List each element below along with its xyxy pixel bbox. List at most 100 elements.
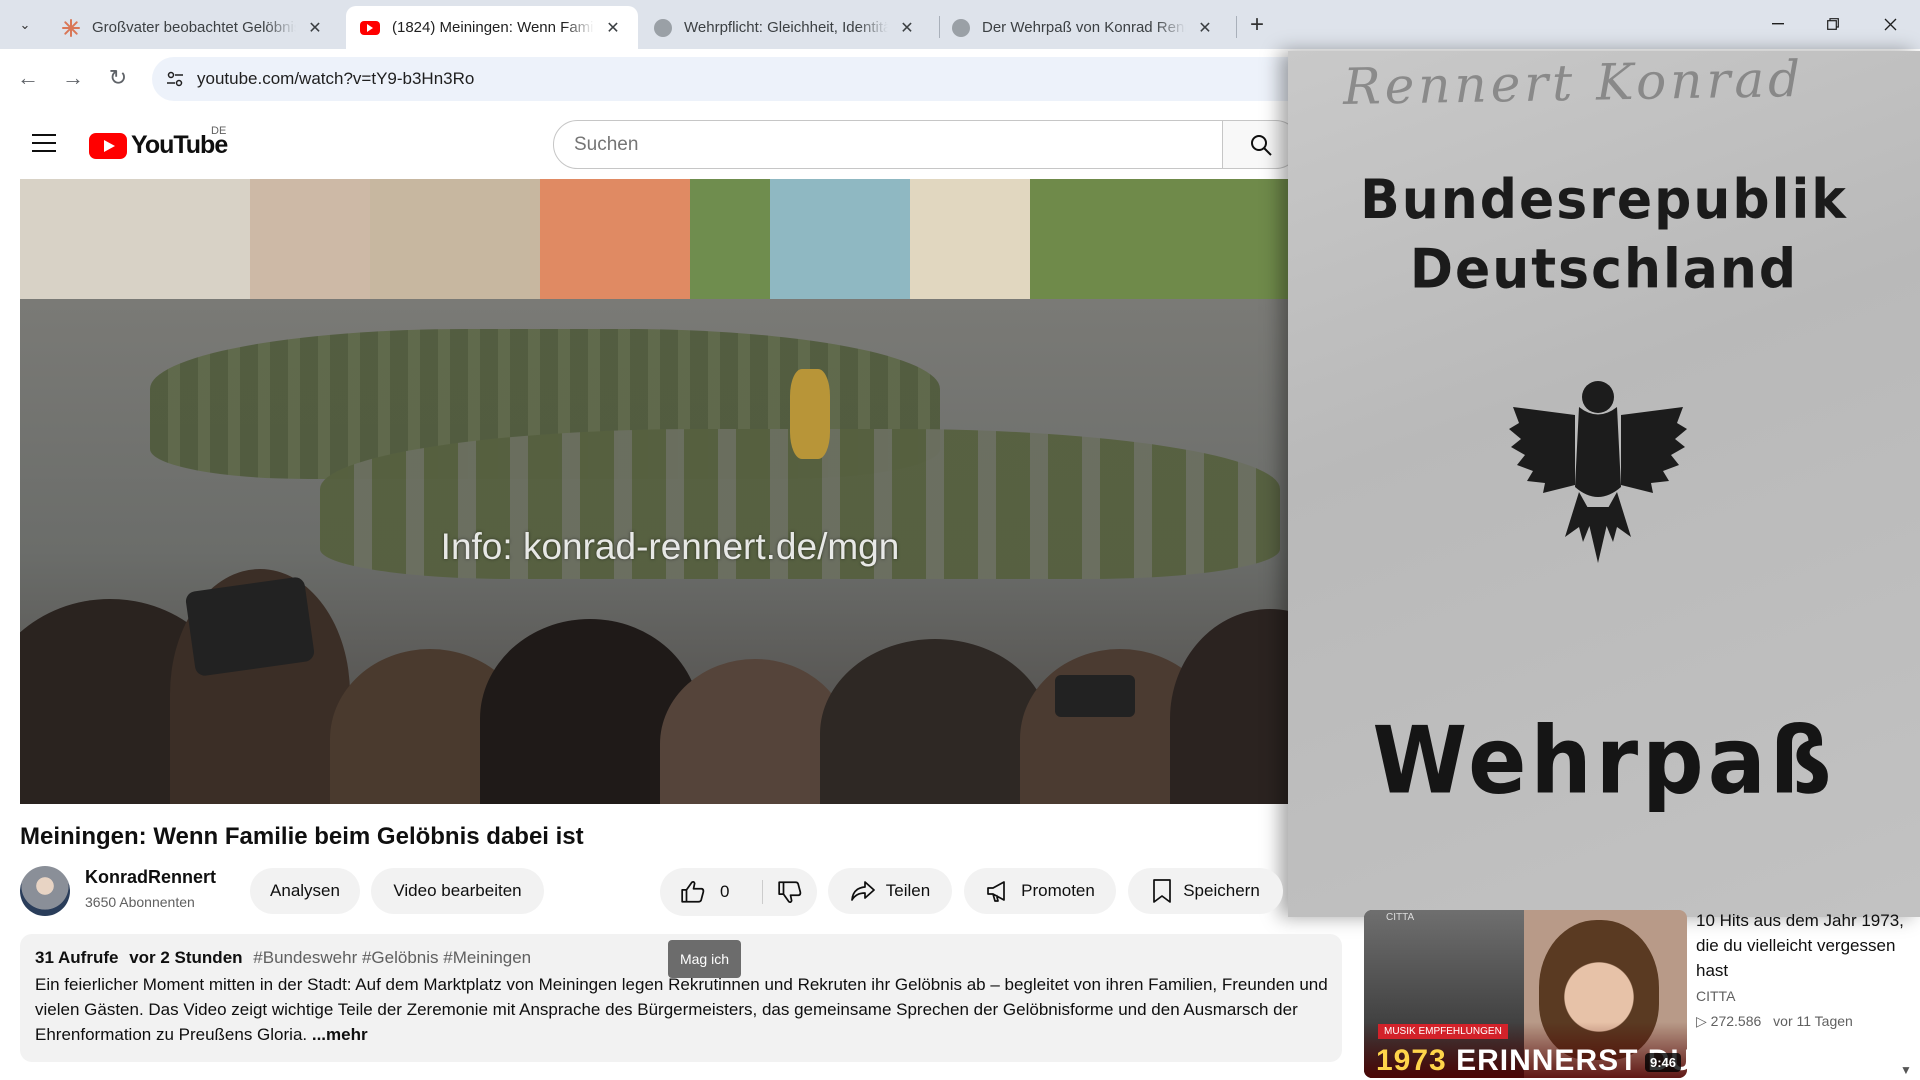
back-button[interactable]: ← [12,62,44,94]
edit-video-button[interactable]: Video bearbeiten [371,868,544,914]
tab-grossvater[interactable]: Großvater beobachtet Gelöbnis ✕ [48,6,340,49]
view-count: 31 Aufrufe [35,948,119,967]
tab-wehrpflicht[interactable]: Wehrpflicht: Gleichheit, Identität ✕ [640,6,932,49]
save-button[interactable]: Speichern [1128,868,1283,914]
tab-wehrpass[interactable]: Der Wehrpaß von Konrad Renne ✕ [938,6,1230,49]
subscriber-count: 3650 Abonnenten [85,894,195,910]
wehrpass-title: Wehrpaß [1372,707,1836,815]
recommendation-age: vor 11 Tagen [1773,1013,1853,1029]
tab-title: Großvater beobachtet Gelöbnis [92,19,296,36]
tab-title: (1824) Meiningen: Wenn Familie [392,19,594,36]
like-dislike-group: 0 [660,868,817,916]
forward-button[interactable]: → [57,62,89,94]
wehrpass-country-line2: Deutschland [1409,238,1799,302]
like-count: 0 [720,882,730,901]
arrow-right-icon: → [62,65,84,90]
restore-icon [1827,18,1839,30]
building [770,179,910,319]
promote-button[interactable]: Promoten [964,868,1116,914]
upload-age: vor 2 Stunden [129,948,243,967]
claude-favicon-icon [62,18,80,37]
site-settings-icon[interactable] [164,68,186,90]
building [370,179,540,319]
recommendation-title[interactable]: 10 Hits aus dem Jahr 1973, die du vielle… [1696,908,1906,983]
site-favicon-icon [654,18,672,37]
thumbnail-year: 1973 [1376,1044,1447,1077]
tab-close-icon[interactable]: ✕ [304,17,326,39]
share-label: Teilen [885,881,931,900]
bookmark-icon [1151,878,1173,904]
thumbnail-brand: CITTA [1386,912,1415,923]
tab-search-button[interactable]: ⌄ [12,12,38,38]
arrow-left-icon: ← [17,65,39,90]
building [910,179,1030,319]
promote-label: Promoten [1021,881,1095,900]
close-window-button[interactable] [1867,8,1913,40]
tab-title: Der Wehrpaß von Konrad Renne [982,19,1186,36]
scroll-down-arrow-icon[interactable]: ▼ [1900,1063,1912,1077]
youtube-favicon-icon [360,20,380,35]
video-title: Meiningen: Wenn Familie beim Gelöbnis da… [20,823,584,850]
megaphone-icon [985,879,1011,903]
description-body: Ein feierlicher Moment mitten in der Sta… [35,975,1328,1044]
tree [690,179,770,319]
share-button[interactable]: Teilen [828,868,952,914]
tab-close-icon[interactable]: ✕ [896,17,918,39]
video-player[interactable]: Info: konrad-rennert.de/mgn [20,179,1320,804]
save-label: Speichern [1183,881,1260,900]
minimize-icon [1772,23,1784,25]
wehrpass-country-line1: Bundesrepublik [1360,168,1848,232]
tab-close-icon[interactable]: ✕ [1194,17,1216,39]
browser-tabstrip: ⌄ Großvater beobachtet Gelöbnis ✕ (1824)… [0,0,1920,49]
building [250,179,370,319]
thumbnail-label: MUSIK EMPFEHLUNGEN [1378,1024,1508,1039]
search-field[interactable] [553,120,1223,169]
reload-button[interactable]: ↻ [102,62,134,94]
thumbnail-text: 1973 ERINNERST DU DICH [1376,1044,1687,1078]
play-icon: ▷ [1696,1013,1707,1029]
share-icon [850,879,876,903]
close-icon [1884,18,1896,30]
smartphone [184,576,316,677]
country-code: DE [211,125,227,137]
video-duration: 9:46 [1644,1053,1681,1072]
new-tab-button[interactable]: + [1243,12,1271,40]
edit-video-label: Video bearbeiten [393,881,522,900]
analytics-button[interactable]: Analysen [250,868,360,914]
url-text: youtube.com/watch?v=tY9-b3Hn3Ro [197,69,475,88]
youtube-logo[interactable]: YouTube [89,131,228,160]
avatar[interactable] [20,866,70,916]
tab-meiningen[interactable]: (1824) Meiningen: Wenn Familie ✕ [346,6,638,49]
federal-eagle-icon [1509,381,1687,563]
wehrpass-overlay-image: Rennert Konrad Bundesrepublik Deutschlan… [1288,51,1920,917]
menu-icon[interactable] [32,134,56,154]
restore-button[interactable] [1810,8,1856,40]
thumbs-up-icon [681,881,705,903]
thumbs-down-icon [778,881,802,903]
like-tooltip: Mag ich [668,940,741,978]
site-favicon-icon [952,18,970,37]
tuba [790,369,830,459]
chevron-down-icon: ⌄ [19,17,31,32]
like-button[interactable]: 0 [660,868,762,916]
recommendation-channel[interactable]: CITTA [1696,988,1735,1004]
wehrpass-handwritten-name: Rennert Konrad [1342,51,1805,117]
dislike-button[interactable] [763,868,817,916]
tab-title: Wehrpflicht: Gleichheit, Identität [684,19,888,36]
search-input[interactable] [554,121,1222,168]
tree [1030,179,1320,319]
analytics-label: Analysen [270,881,340,900]
youtube-play-icon [89,132,127,159]
wehrpass-country: Bundesrepublik Deutschland [1288,166,1920,305]
recommendation-views: 272.586 [1710,1013,1762,1029]
hashtags[interactable]: #Bundeswehr #Gelöbnis #Meiningen [253,948,531,967]
show-more-link[interactable]: ...mehr [312,1025,368,1044]
minimize-button[interactable] [1755,8,1801,40]
tab-close-icon[interactable]: ✕ [602,17,624,39]
tab-separator [1236,16,1237,38]
recommendation-thumbnail[interactable]: CITTA MUSIK EMPFEHLUNGEN 1973 ERINNERST … [1364,910,1687,1078]
description-text: Ein feierlicher Moment mitten in der Sta… [35,972,1335,1047]
building [20,179,250,319]
channel-name[interactable]: KonradRennert [85,867,216,888]
smartphone [1055,675,1135,717]
